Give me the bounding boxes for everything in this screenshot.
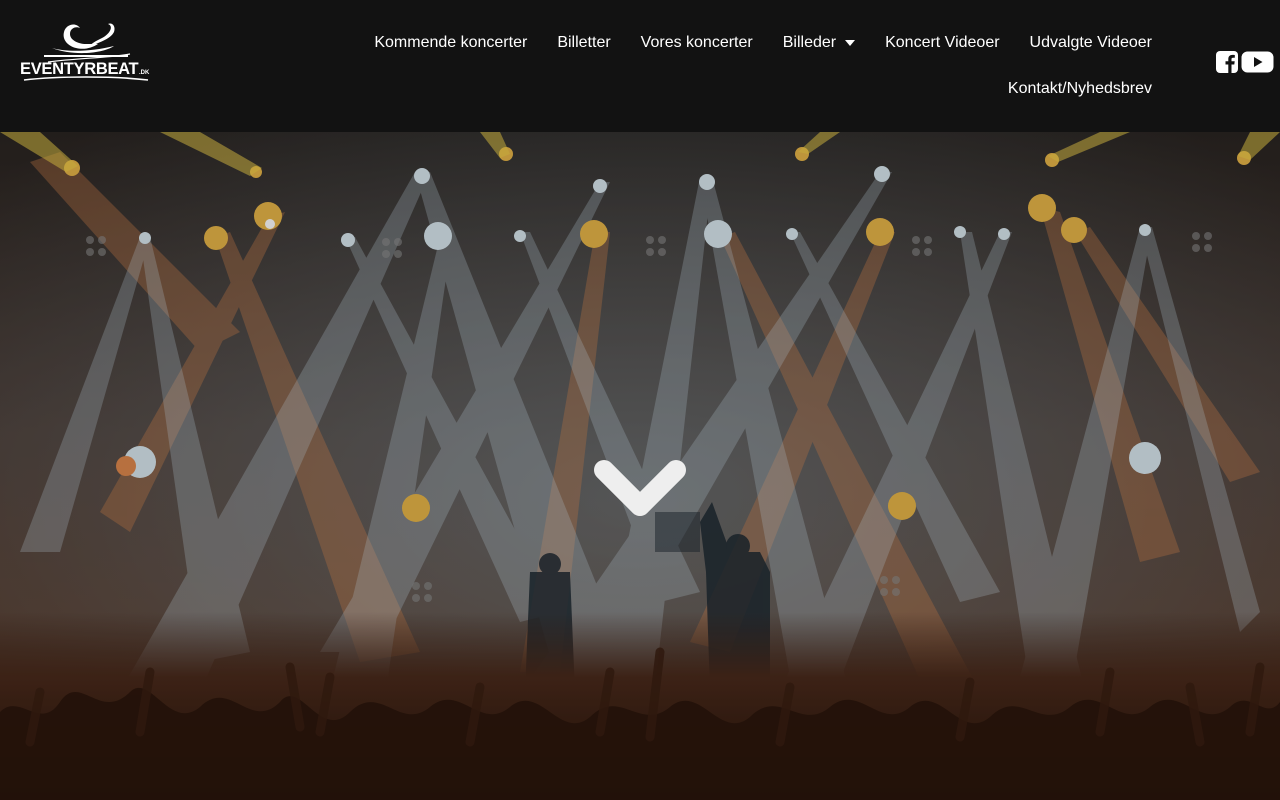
nav-item-billeder[interactable]: Billeder — [768, 20, 870, 66]
logo-text: EVENTYRBEAT — [20, 60, 139, 78]
nav-item-billetter[interactable]: Billetter — [542, 20, 625, 66]
nav-item-label: Kommende koncerter — [374, 34, 528, 51]
scroll-down-button[interactable] — [594, 458, 686, 520]
nav-item-kommende-koncerter[interactable]: Kommende koncerter — [359, 20, 542, 66]
nav-item-label: Billeder — [782, 34, 837, 51]
chevron-down-icon — [594, 460, 686, 516]
main-navigation: Kommende koncerter Billetter Vores koncert… — [340, 20, 1167, 112]
nav-item-kontakt-nyhedsbrev[interactable]: Kontakt/Nyhedsbrev — [993, 66, 1167, 112]
nav-item-label: Koncert Videoer — [885, 34, 1000, 51]
nav-item-udvalgte-videoer[interactable]: Udvalgte Videoer — [1015, 20, 1167, 66]
facebook-icon[interactable] — [1215, 50, 1239, 74]
social-links — [1215, 50, 1274, 74]
hero-banner — [0, 132, 1280, 800]
nav-item-vores-koncerter[interactable]: Vores koncerter — [626, 20, 768, 66]
caret-down-icon — [845, 40, 856, 46]
nav-item-label: Vores koncerter — [640, 34, 753, 51]
site-logo[interactable]: EVENTYRBEAT .DK — [18, 18, 154, 84]
nav-item-label: Udvalgte Videoer — [1029, 34, 1152, 51]
nav-item-label: Billetter — [557, 34, 611, 51]
nav-item-koncert-videoer[interactable]: Koncert Videoer — [870, 20, 1014, 66]
swan-logo-icon: EVENTYRBEAT .DK — [20, 23, 150, 81]
site-header: EVENTYRBEAT .DK Kommende koncerter Billet… — [0, 0, 1280, 132]
nav-item-label: Kontakt/Nyhedsbrev — [1007, 80, 1152, 97]
youtube-icon[interactable] — [1241, 50, 1274, 74]
svg-text:.DK: .DK — [139, 70, 150, 76]
